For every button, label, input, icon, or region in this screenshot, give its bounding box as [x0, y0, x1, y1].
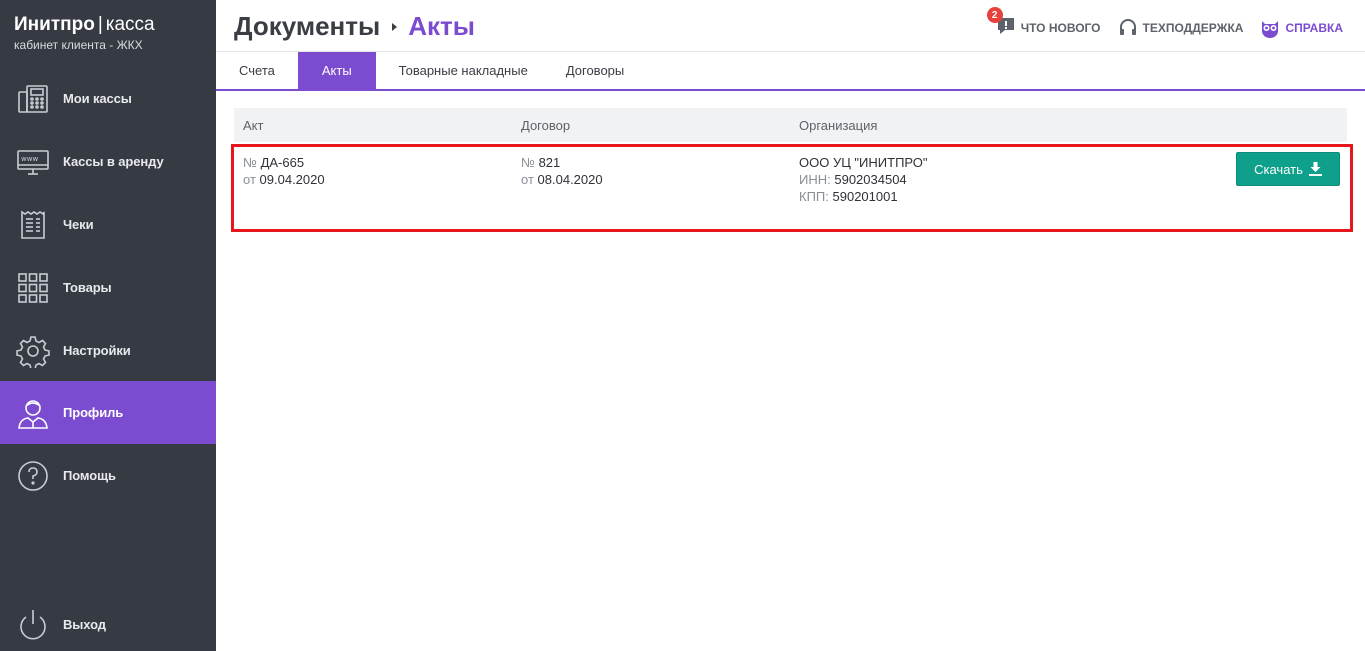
receipt-icon: [15, 207, 51, 243]
sidebar-item-label: Выход: [63, 617, 106, 632]
sidebar-item-rental-registers[interactable]: www Кассы в аренду: [0, 130, 216, 193]
act-date-prefix: от: [243, 172, 256, 187]
logout-button[interactable]: Выход: [0, 593, 216, 651]
grid-icon: [15, 270, 51, 306]
sidebar-item-label: Товары: [63, 280, 112, 295]
whats-new-label: ЧТО НОВОГО: [1020, 20, 1101, 35]
inn-label: ИНН:: [799, 172, 831, 187]
user-icon: [15, 395, 51, 431]
brand-subtitle: кабинет клиента - ЖКХ: [14, 38, 143, 52]
question-icon: [15, 458, 51, 494]
support-label: ТЕХПОДДЕРЖКА: [1142, 20, 1244, 35]
kpp-label: КПП:: [799, 189, 829, 204]
act-number: ДА-665: [260, 155, 305, 170]
sidebar: Инитпро | касса кабинет клиента - ЖКХ Мои …: [0, 0, 216, 651]
brand-name: Инитпро: [14, 14, 95, 35]
help-label: СПРАВКА: [1285, 20, 1343, 35]
sidebar-item-help[interactable]: Помощь: [0, 444, 216, 507]
svg-text:www: www: [21, 155, 38, 163]
tab-waybills[interactable]: Товарные накладные: [384, 52, 543, 89]
tab-contracts[interactable]: Договоры: [551, 52, 639, 89]
header: Документы Акты 2 ЧТО НОВОГО ТЕХПОДДЕРЖКА…: [216, 0, 1365, 52]
tab-acts[interactable]: Акты: [297, 52, 376, 89]
brand-separator: |: [97, 14, 103, 35]
document-tabs: Счета Акты Товарные накладные Договоры: [216, 52, 1365, 91]
download-icon: [1308, 162, 1322, 176]
sidebar-item-receipts[interactable]: Чеки: [0, 193, 216, 256]
top-links: 2 ЧТО НОВОГО ТЕХПОДДЕРЖКА СПРАВКА: [986, 7, 1343, 40]
tab-invoices[interactable]: Счета: [224, 52, 290, 89]
download-label: Скачать: [1254, 161, 1303, 177]
table-row: № ДА-665 от 09.04.2020 № 821 от 08.04.20…: [231, 144, 1353, 232]
sidebar-item-label: Помощь: [63, 468, 116, 483]
sidebar-item-settings[interactable]: Настройки: [0, 319, 216, 382]
owl-icon: [1262, 20, 1279, 38]
breadcrumb-root[interactable]: Документы: [234, 11, 380, 42]
whats-new-link[interactable]: 2 ЧТО НОВОГО: [986, 7, 1101, 40]
sidebar-item-label: Кассы в аренду: [63, 154, 164, 169]
acts-table: Акт Договор Организация № ДА-665 от 09.0…: [231, 108, 1353, 232]
column-header-organization: Организация: [799, 118, 878, 133]
kpp-value: 590201001: [832, 189, 898, 204]
register-icon: [15, 81, 51, 117]
notification-badge: 2: [986, 7, 1003, 23]
inn-value: 5902034504: [834, 172, 907, 187]
act-date: 09.04.2020: [259, 172, 325, 187]
chat-alert-icon: 2: [986, 7, 1021, 40]
brand: Инитпро | касса кабинет клиента - ЖКХ: [0, 0, 216, 67]
sidebar-item-label: Профиль: [63, 405, 124, 420]
headset-icon: [1119, 18, 1136, 35]
contract-number: 821: [538, 155, 561, 170]
brand-product: касса: [105, 14, 155, 35]
table-header: Акт Договор Организация: [234, 108, 1347, 142]
gear-icon: [15, 333, 51, 369]
organization-cell: ООО УЦ "ИНИТПРО" ИНН: 5902034504 КПП: 59…: [799, 154, 928, 205]
contract-date: 08.04.2020: [537, 172, 603, 187]
breadcrumb: Документы Акты: [234, 11, 475, 42]
column-header-contract: Договор: [521, 118, 571, 133]
sidebar-item-products[interactable]: Товары: [0, 256, 216, 319]
sidebar-item-label: Мои кассы: [63, 91, 132, 106]
sidebar-item-label: Чеки: [63, 217, 94, 232]
help-link[interactable]: СПРАВКА: [1259, 17, 1343, 39]
download-button[interactable]: Скачать: [1236, 152, 1340, 186]
sidebar-item-profile[interactable]: Профиль: [0, 381, 216, 444]
column-header-act: Акт: [243, 118, 264, 133]
page-title: Акты: [408, 11, 475, 41]
act-number-prefix: №: [243, 155, 257, 170]
power-icon: [15, 607, 51, 643]
sidebar-item-label: Настройки: [63, 343, 131, 358]
web-monitor-icon: www: [15, 144, 51, 180]
brand-title: Инитпро | касса: [14, 14, 216, 36]
contract-cell: № 821 от 08.04.2020: [521, 154, 603, 188]
breadcrumb-arrow-icon: [392, 22, 398, 31]
contract-number-prefix: №: [521, 155, 535, 170]
sidebar-item-my-registers[interactable]: Мои кассы: [0, 67, 216, 130]
support-link[interactable]: ТЕХПОДДЕРЖКА: [1117, 17, 1244, 39]
contract-date-prefix: от: [521, 172, 534, 187]
act-cell: № ДА-665 от 09.04.2020: [243, 154, 325, 188]
org-name: ООО УЦ "ИНИТПРО": [799, 155, 928, 170]
